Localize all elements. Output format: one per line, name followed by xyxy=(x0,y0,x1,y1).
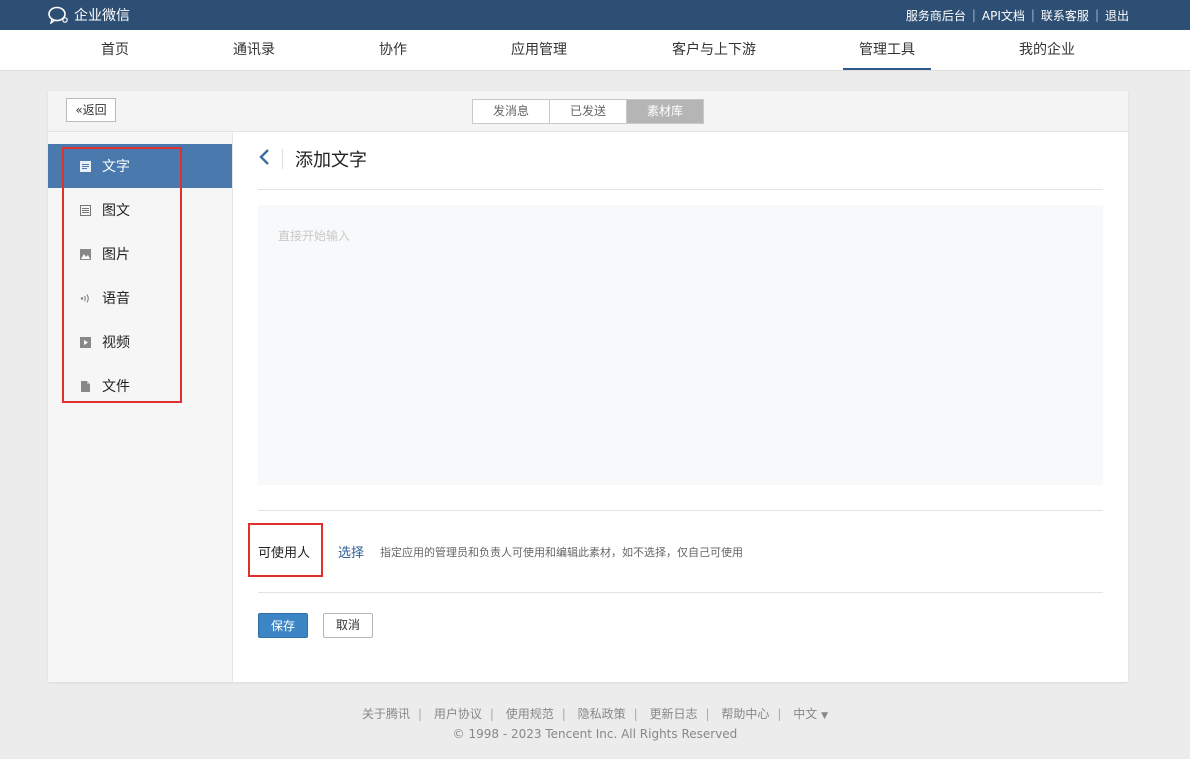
cancel-button[interactable]: 取消 xyxy=(323,613,373,638)
tab-group: 发消息 已发送 素材库 xyxy=(472,99,704,124)
footer-link-about[interactable]: 关于腾讯 xyxy=(362,707,410,721)
caret-down-icon: ▼ xyxy=(821,711,829,721)
save-button[interactable]: 保存 xyxy=(258,613,308,638)
divider: | xyxy=(417,707,422,721)
logo-text: 企业微信 xyxy=(74,8,130,24)
divider xyxy=(258,592,1103,593)
nav-customers[interactable]: 客户与上下游 xyxy=(666,30,762,70)
footer-link-privacy[interactable]: 隐私政策 xyxy=(578,707,626,721)
double-chevron-left-icon: « xyxy=(75,103,83,117)
editor-placeholder: 直接开始输入 xyxy=(278,229,351,243)
highlight-box-users xyxy=(248,523,323,577)
link-provider-console[interactable]: 服务商后台 xyxy=(906,7,966,24)
tab-send-message[interactable]: 发消息 xyxy=(473,100,550,123)
language-label: 中文 xyxy=(793,707,818,721)
divider: | xyxy=(489,707,494,721)
allowed-users-hint: 指定应用的管理员和负责人可使用和编辑此素材，如不选择，仅自己可使用 xyxy=(380,546,743,559)
divider: | xyxy=(777,707,782,721)
nav-my-company[interactable]: 我的企业 xyxy=(1014,30,1080,70)
divider: | xyxy=(705,707,710,721)
main-nav: 首页 通讯录 协作 应用管理 客户与上下游 管理工具 我的企业 xyxy=(0,30,1190,71)
nav-collaboration[interactable]: 协作 xyxy=(371,30,415,70)
tab-material-library[interactable]: 素材库 xyxy=(627,100,703,123)
copyright: © 1998 - 2023 Tencent Inc. All Rights Re… xyxy=(452,727,738,741)
wecom-logo-icon xyxy=(48,6,68,24)
nav-home[interactable]: 首页 xyxy=(92,30,138,70)
link-logout[interactable]: 退出 xyxy=(1105,7,1129,24)
page-header: 添加文字 xyxy=(258,146,367,172)
top-bar: 企业微信 服务商后台 | API文档 | 联系客服 | 退出 xyxy=(0,0,1190,30)
chevron-left-icon[interactable] xyxy=(258,148,270,170)
back-label: 返回 xyxy=(82,103,107,117)
footer-links: 关于腾讯 | 用户协议 | 使用规范 | 隐私政策 | 更新日志 | 帮助中心 | 中文 ▼ xyxy=(0,705,1190,722)
choose-users-link[interactable]: 选择 xyxy=(338,542,364,561)
nav-admin-tools[interactable]: 管理工具 xyxy=(843,30,931,70)
divider xyxy=(258,189,1103,190)
logo[interactable]: 企业微信 xyxy=(48,5,130,25)
footer-link-agreement[interactable]: 用户协议 xyxy=(434,707,482,721)
divider: | xyxy=(1030,8,1035,22)
highlight-box-sidebar xyxy=(62,147,182,403)
divider: | xyxy=(633,707,638,721)
language-select[interactable]: 中文 ▼ xyxy=(793,707,828,721)
link-api-docs[interactable]: API文档 xyxy=(982,7,1025,24)
back-button[interactable]: «返回 xyxy=(66,98,116,122)
divider xyxy=(282,149,283,169)
text-editor[interactable]: 直接开始输入 xyxy=(258,205,1103,485)
divider: | xyxy=(1094,8,1099,22)
nav-contacts[interactable]: 通讯录 xyxy=(226,30,282,70)
page-title: 添加文字 xyxy=(295,150,367,171)
divider: | xyxy=(971,8,976,22)
link-contact-support[interactable]: 联系客服 xyxy=(1041,7,1089,24)
divider: | xyxy=(561,707,566,721)
top-links: 服务商后台 | API文档 | 联系客服 | 退出 xyxy=(906,0,1129,30)
footer-link-changelog[interactable]: 更新日志 xyxy=(650,707,698,721)
tab-sent[interactable]: 已发送 xyxy=(550,100,627,123)
footer-link-usage-rules[interactable]: 使用规范 xyxy=(506,707,554,721)
nav-app-management[interactable]: 应用管理 xyxy=(506,30,572,70)
footer-link-help[interactable]: 帮助中心 xyxy=(721,707,769,721)
divider xyxy=(258,510,1103,511)
card-header: «返回 发消息 已发送 素材库 xyxy=(48,91,1128,132)
